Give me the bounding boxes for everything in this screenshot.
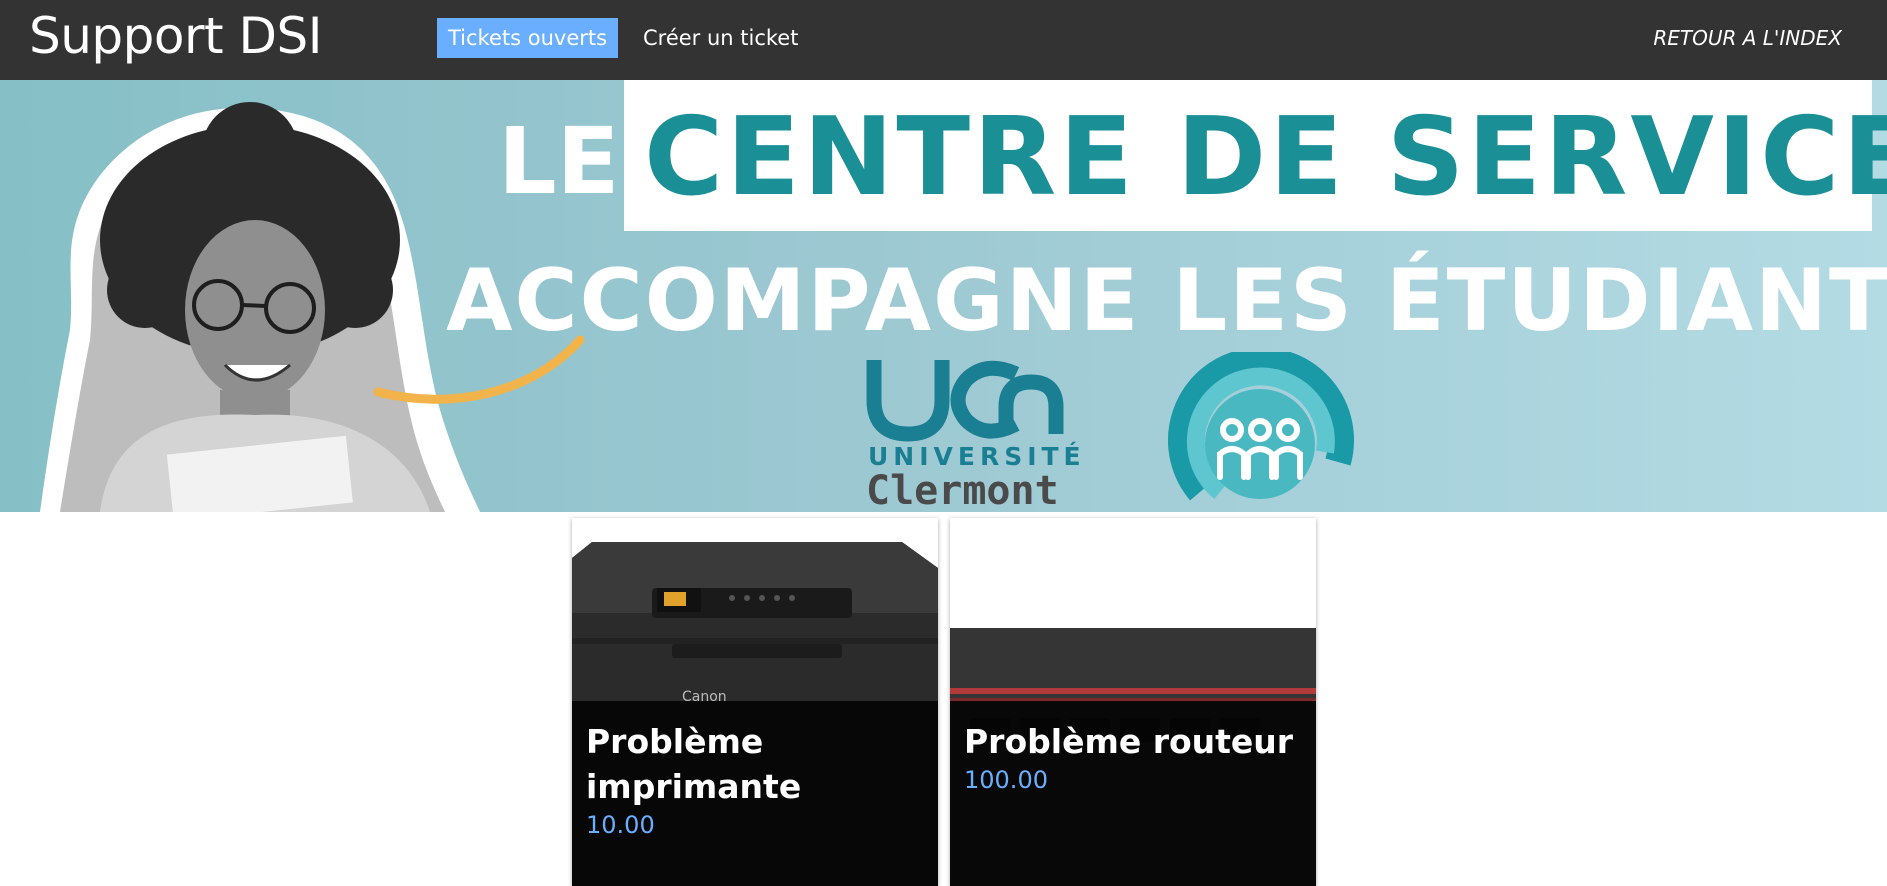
navbar: Support DSI Tickets ouverts Créer un tic… — [0, 0, 1887, 80]
card-price: 10.00 — [586, 811, 655, 839]
card-title: Problème imprimante — [586, 722, 802, 806]
back-to-index-link[interactable]: RETOUR A L'INDEX — [1653, 18, 1842, 58]
card-caption: Problème imprimante 10.00 — [572, 701, 938, 886]
nav-creer-ticket[interactable]: Créer un ticket — [632, 18, 809, 58]
headline-highlight: CENTRE DE SERVICE — [644, 95, 1887, 220]
card-price: 100.00 — [964, 766, 1048, 794]
logo-university-text: UNIVERSITÉ — [868, 442, 1086, 471]
headline-line2: ACCOMPAGNE LES ÉTUDIANTS — [446, 251, 1887, 351]
uca-logo-icon — [866, 360, 1064, 442]
hero-banner: LE CENTRE DE SERVICE ACCOMPAGNE LES ÉTUD… — [0, 80, 1887, 512]
card-caption: Problème routeur 100.00 — [950, 701, 1316, 886]
ticket-card[interactable]: Canon Problème imprimante 10.00 — [572, 518, 938, 886]
card-title: Problème routeur — [964, 722, 1294, 761]
headline-highlight-box: CENTRE DE SERVICE — [624, 80, 1887, 231]
logo-city-text: Clermont — [866, 468, 1059, 512]
people-circle-logo-icon — [1168, 352, 1354, 501]
headline-le: LE — [498, 108, 620, 215]
ticket-card[interactable]: Problème routeur 100.00 — [950, 518, 1316, 886]
brand-title[interactable]: Support DSI — [29, 4, 323, 68]
nav-tickets-ouverts[interactable]: Tickets ouverts — [437, 18, 619, 58]
